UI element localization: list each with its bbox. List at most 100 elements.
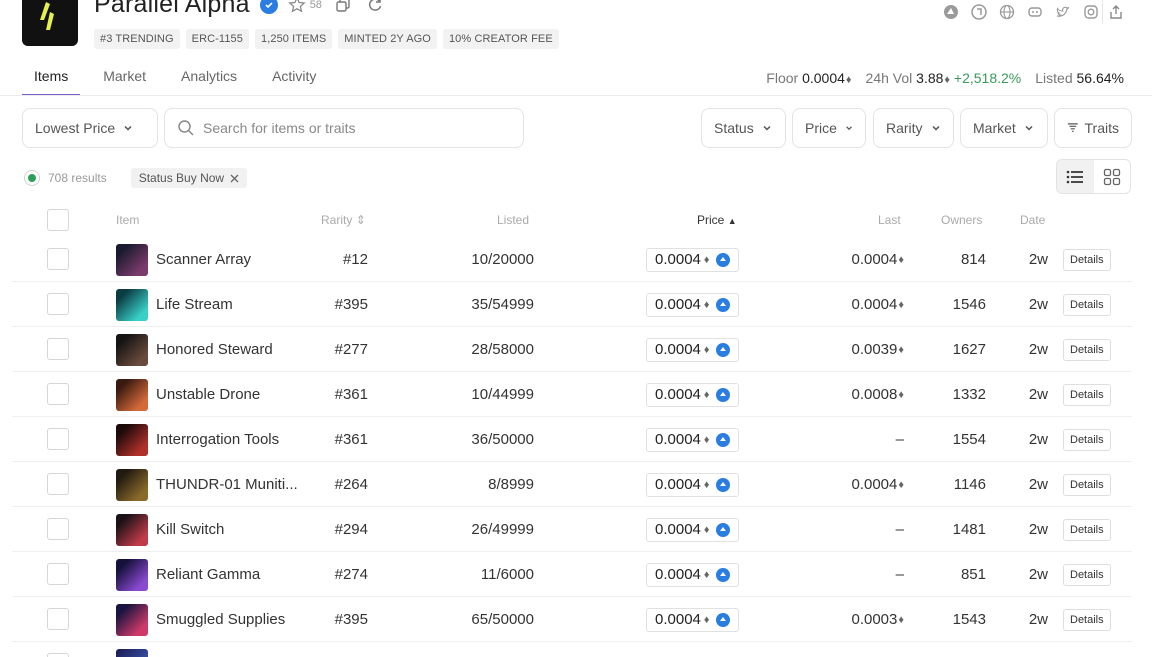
col-rarity[interactable]: Rarity ⇕ (321, 213, 366, 227)
row-checkbox[interactable] (47, 293, 69, 315)
row-checkbox[interactable] (47, 518, 69, 540)
copy-icon[interactable] (332, 0, 354, 16)
coin-icon (715, 342, 730, 357)
owners-link[interactable]: 1332 (922, 372, 986, 417)
item-name[interactable]: Life Stream (156, 296, 233, 313)
owners-link[interactable]: 1481 (922, 507, 986, 552)
table-row[interactable]: Kill Switch #294 26/49999 0.0004 ♦ – 1481 2w Det… (12, 507, 1132, 552)
owners-link[interactable]: 1627 (922, 327, 986, 372)
favorite-button[interactable]: 58 (288, 0, 322, 14)
item-name[interactable]: Smuggled Supplies (156, 611, 285, 628)
listed-value: 56.64% (1076, 70, 1124, 86)
details-button[interactable]: Details (1063, 473, 1111, 496)
last-cell: 0.0039 ♦ (812, 327, 904, 372)
price-filter[interactable]: Price (792, 108, 866, 148)
traits-button[interactable]: Traits (1054, 108, 1132, 148)
owners-link[interactable]: 851 (922, 552, 986, 597)
item-name[interactable]: Kill Switch (156, 521, 224, 538)
social-links (942, 3, 1100, 21)
item-name[interactable]: Interrogation Tools (156, 431, 279, 448)
owners-link[interactable]: 814 (922, 237, 986, 282)
opensea-icon[interactable] (942, 3, 960, 21)
tab-activity[interactable]: Activity (260, 62, 328, 96)
last-cell: – (812, 552, 904, 597)
row-checkbox[interactable] (47, 653, 69, 657)
last-cell: – (812, 417, 904, 462)
row-checkbox[interactable] (47, 428, 69, 450)
owners-link[interactable]: 1146 (922, 462, 986, 507)
search-input[interactable]: Search for items or traits (164, 108, 524, 148)
details-button[interactable]: Details (1063, 608, 1111, 631)
close-icon[interactable] (230, 174, 239, 183)
eth-icon: ♦ (703, 523, 710, 536)
discord-icon[interactable] (1026, 3, 1044, 21)
row-checkbox[interactable] (47, 473, 69, 495)
market-filter[interactable]: Market (960, 108, 1048, 148)
volume-value: 3.88 (916, 70, 944, 86)
rarity-filter[interactable]: Rarity (873, 108, 954, 148)
details-button[interactable]: Details (1063, 518, 1111, 541)
item-name[interactable]: THUNDR-01 Muniti... (156, 476, 298, 493)
col-price[interactable]: Price ▲ (697, 213, 737, 227)
twitter-icon[interactable] (1054, 3, 1072, 21)
owners-link[interactable]: 1546 (922, 282, 986, 327)
eth-icon: ♦ (703, 568, 710, 581)
list-view-button[interactable] (1057, 160, 1094, 193)
price-box[interactable]: 0.0004 ♦ (646, 292, 739, 317)
refresh-icon[interactable] (364, 0, 386, 16)
tab-analytics[interactable]: Analytics (169, 62, 249, 96)
item-thumbnail (116, 423, 148, 456)
price-cell: 0.0004 ♦ (646, 552, 739, 597)
item-cell: Kill Switch (116, 507, 224, 552)
row-checkbox[interactable] (47, 608, 69, 630)
select-all-checkbox[interactable] (47, 209, 69, 231)
details-button[interactable]: Details (1063, 563, 1111, 586)
active-filter-chip[interactable]: Status Buy Now (130, 168, 248, 188)
instagram-icon[interactable] (1082, 3, 1100, 21)
owners-link[interactable]: 1554 (922, 417, 986, 462)
globe-icon[interactable] (998, 3, 1016, 21)
item-name[interactable]: Unstable Drone (156, 386, 260, 403)
grid-view-button[interactable] (1094, 160, 1131, 193)
table-row[interactable]: Honored Steward #277 28/58000 0.0004 ♦ 0.0039… (12, 327, 1132, 372)
price-box[interactable]: 0.0004 ♦ (646, 337, 739, 362)
price-box[interactable]: 0.0004 ♦ (646, 427, 739, 452)
table-row[interactable]: Smuggled Supplies #395 65/50000 0.0004 ♦ 0.00… (12, 597, 1132, 642)
details-button[interactable]: Details (1063, 383, 1111, 406)
item-name[interactable]: Reliant Gamma (156, 566, 260, 583)
price-box[interactable]: 0.0004 ♦ (646, 562, 739, 587)
item-name[interactable]: Honored Steward (156, 341, 273, 358)
sort-dropdown[interactable]: Lowest Price (22, 108, 158, 148)
row-checkbox[interactable] (47, 563, 69, 585)
price-box[interactable]: 0.0004 ♦ (646, 517, 739, 542)
table-row[interactable]: Scanner Array #12 10/20000 0.0004 ♦ 0.0004 ♦ 81… (12, 237, 1132, 282)
price-box[interactable]: 0.0004 ♦ (646, 607, 739, 632)
item-name[interactable]: Scanner Array (156, 251, 251, 268)
status-filter[interactable]: Status (701, 108, 786, 148)
table-row[interactable]: THUNDR-01 Muniti... #264 8/8999 0.0004 ♦ 0.00… (12, 462, 1132, 507)
details-button[interactable]: Details (1063, 293, 1111, 316)
eth-icon: ♦ (898, 388, 904, 401)
table-row[interactable]: Reliant Gamma #274 11/6000 0.0004 ♦ – 851 2w Det… (12, 552, 1132, 597)
price-box[interactable]: 0.0004 ♦ (646, 247, 739, 272)
table-row[interactable]: Interrogation Tools #361 36/50000 0.0004 ♦ – 1… (12, 417, 1132, 462)
filter-chip-label: Status Buy Now (138, 171, 225, 185)
price-box[interactable]: 0.0004 ♦ (646, 382, 739, 407)
owners-link[interactable]: 1543 (922, 597, 986, 642)
table-row[interactable]: Unstable Drone #361 10/44999 0.0004 ♦ 0.0008 ♦… (12, 372, 1132, 417)
share-button[interactable] (1102, 0, 1128, 24)
row-checkbox[interactable] (47, 383, 69, 405)
eth-icon: ♦ (703, 253, 710, 266)
table-row[interactable] (12, 642, 1132, 657)
details-button[interactable]: Details (1063, 338, 1111, 361)
details-button[interactable]: Details (1063, 428, 1111, 451)
date-value: 2w (1028, 296, 1048, 313)
tab-market[interactable]: Market (91, 62, 158, 96)
details-button[interactable]: Details (1063, 248, 1111, 271)
table-row[interactable]: Life Stream #395 35/54999 0.0004 ♦ 0.0004 ♦ 154… (12, 282, 1132, 327)
row-checkbox[interactable] (47, 248, 69, 270)
coinbase-icon[interactable] (970, 3, 988, 21)
tab-items[interactable]: Items (22, 62, 81, 96)
price-box[interactable]: 0.0004 ♦ (646, 472, 739, 497)
row-checkbox[interactable] (47, 338, 69, 360)
